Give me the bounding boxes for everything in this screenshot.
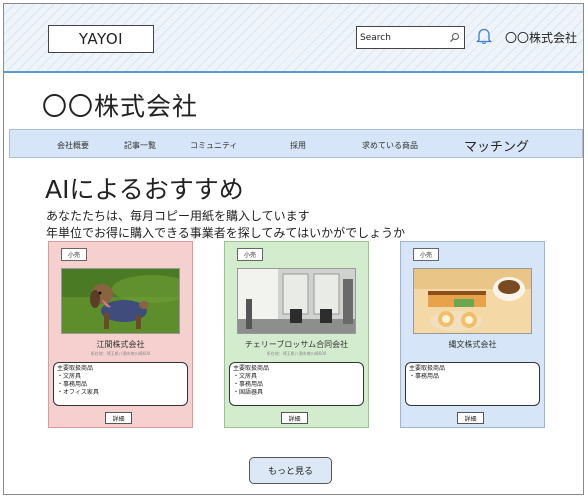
- company-address: 所在地：埼玉県八潮市南川崎600: [90, 351, 151, 356]
- page-title: 〇〇株式会社: [42, 92, 199, 121]
- page-frame: YAYOI Search 〇〇株式会社 〇〇株式会社 会社概要 記事一覧 コミュ…: [3, 3, 584, 495]
- recommend-lead-line1: あなたたちは、毎月コピー用紙を購入しています: [46, 209, 310, 223]
- detail-button[interactable]: 詳細: [457, 412, 484, 424]
- search-input[interactable]: Search: [357, 33, 449, 43]
- category-badge: 小売: [61, 248, 87, 261]
- product-item: ・事務用品: [409, 373, 440, 380]
- company-name[interactable]: チェリーブロッサム合同会社: [225, 339, 368, 350]
- products-heading: 主要取扱商品: [233, 365, 270, 372]
- bell-icon[interactable]: [476, 27, 492, 45]
- product-item: ・文房具: [57, 373, 82, 380]
- nav-item-articles[interactable]: 記事一覧: [124, 140, 156, 151]
- cake-photo: [413, 268, 532, 334]
- company-name[interactable]: 縄文株式会社: [401, 339, 544, 350]
- site-header: YAYOI Search 〇〇株式会社: [4, 4, 583, 73]
- recommend-card[interactable]: 小売 チェリーブロッサム合同会社 所在地：埼玉県八潮市南川崎600 主要取扱商品…: [224, 241, 369, 428]
- search-icon[interactable]: [449, 32, 460, 43]
- category-badge: 小売: [237, 248, 263, 261]
- category-badge: 小売: [413, 248, 439, 261]
- products-heading: 主要取扱商品: [409, 365, 446, 372]
- detail-button[interactable]: 詳細: [105, 412, 132, 424]
- product-item: ・国語器具: [233, 389, 264, 396]
- company-address: 所在地：埼玉県八潮市南川崎600: [266, 351, 327, 356]
- main-products-box: 主要取扱商品 ・事務用品: [405, 362, 540, 406]
- product-item: ・文房具: [233, 373, 258, 380]
- nav-item-company-profile[interactable]: 会社概要: [57, 140, 89, 151]
- company-name[interactable]: 江間株式会社: [49, 339, 192, 350]
- main-nav: 会社概要 記事一覧 コミュニティ 採用 求めている商品 マッチング: [9, 129, 583, 158]
- recommend-card[interactable]: 小売 江間株式会社 所在地：埼玉県八潮市南川崎600 主要取扱商品 ・文房具 ・…: [48, 241, 193, 428]
- nav-item-community[interactable]: コミュニティ: [190, 140, 238, 151]
- salon-interior-photo: [237, 268, 356, 334]
- products-heading: 主要取扱商品: [57, 365, 94, 372]
- dog-photo: [61, 268, 180, 334]
- nav-item-wanted-products[interactable]: 求めている商品: [362, 140, 418, 151]
- product-item: ・事務用品: [233, 381, 264, 388]
- recommend-card[interactable]: 小売 縄文株式会社 主要取扱商品 ・事務用品 詳細: [400, 241, 545, 428]
- product-item: ・事務用品: [57, 381, 88, 388]
- nav-item-matching[interactable]: マッチング: [464, 136, 529, 155]
- site-logo[interactable]: YAYOI: [48, 25, 154, 53]
- nav-item-recruit[interactable]: 採用: [290, 140, 306, 151]
- recommend-lead-line2: 年単位でお得に購入できる事業者を探してみてはいかがでしょうか: [46, 226, 406, 240]
- product-item: ・オフィス家具: [57, 389, 99, 396]
- show-more-button[interactable]: もっと見る: [249, 457, 332, 484]
- recommend-title: AIによるおすすめ: [45, 175, 244, 204]
- main-products-box: 主要取扱商品 ・文房具 ・事務用品 ・オフィス家具: [53, 362, 188, 406]
- search-box[interactable]: Search: [356, 26, 465, 49]
- detail-button[interactable]: 詳細: [281, 412, 308, 424]
- main-products-box: 主要取扱商品 ・文房具 ・事務用品 ・国語器具: [229, 362, 364, 406]
- account-company-link[interactable]: 〇〇株式会社: [505, 29, 577, 46]
